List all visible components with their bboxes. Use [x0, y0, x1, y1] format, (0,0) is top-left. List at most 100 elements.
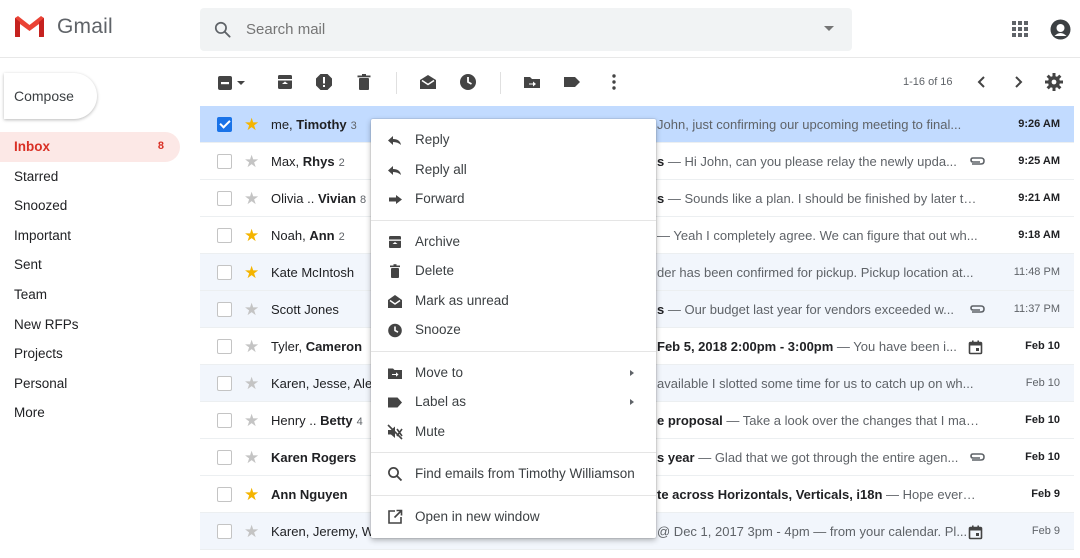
newer-button[interactable]	[972, 72, 992, 95]
calendar-icon	[968, 525, 983, 540]
menu-item-forward[interactable]: Forward	[371, 184, 656, 214]
star-icon[interactable]: ★	[244, 523, 259, 540]
move-to-button[interactable]	[522, 72, 542, 95]
row-checkbox[interactable]	[217, 302, 232, 317]
search-bar[interactable]	[200, 8, 852, 51]
row-checkbox[interactable]	[217, 376, 232, 391]
app-name: Gmail	[57, 15, 113, 38]
row-checkbox[interactable]	[217, 524, 232, 539]
star-icon[interactable]: ★	[244, 153, 259, 170]
email-date: Feb 10	[1025, 377, 1060, 389]
star-icon[interactable]: ★	[244, 301, 259, 318]
settings-button[interactable]	[1044, 72, 1064, 95]
star-icon[interactable]: ★	[244, 412, 259, 429]
sidebar-item-inbox[interactable]: Inbox 8	[0, 132, 180, 162]
select-all-checkbox[interactable]	[217, 72, 249, 97]
delete-button[interactable]	[354, 72, 374, 95]
snooze-button[interactable]	[458, 72, 478, 95]
row-checkbox[interactable]	[217, 450, 232, 465]
search-icon[interactable]	[213, 20, 232, 39]
email-sender: Karen Rogers	[271, 439, 371, 475]
archive-icon	[278, 75, 292, 89]
more-options-button[interactable]	[604, 72, 624, 95]
star-icon[interactable]: ★	[244, 264, 259, 281]
star-icon[interactable]: ★	[244, 449, 259, 466]
sidebar-item-snoozed[interactable]: Snoozed	[0, 191, 182, 221]
archive-icon	[389, 235, 401, 248]
menu-item-find-emails-from-timothy-williamson[interactable]: Find emails from Timothy Williamson	[371, 459, 656, 489]
chevron-left-icon	[977, 76, 985, 88]
row-checkbox[interactable]	[217, 228, 232, 243]
email-sender: Karen, Jesse, Ale	[271, 365, 371, 401]
sender-name: Max,	[271, 154, 303, 169]
row-checkbox[interactable]	[217, 265, 232, 280]
sidebar-item-label: Projects	[14, 346, 63, 362]
email-sender: Max, Rhys 2	[271, 143, 371, 179]
star-icon[interactable]: ★	[244, 190, 259, 207]
toolbar-divider	[396, 72, 397, 94]
sidebar-item-projects[interactable]: Projects	[0, 339, 182, 369]
star-icon[interactable]: ★	[244, 227, 259, 244]
menu-item-label: Delete	[415, 263, 455, 278]
select-checkbox-icon	[218, 76, 245, 90]
sender-name-bold: Cameron	[305, 339, 363, 354]
sidebar-item-label: Team	[14, 286, 48, 302]
email-date: 11:37 PM	[1013, 303, 1060, 315]
sidebar-item-label: More	[14, 405, 45, 421]
mark-as-read-button[interactable]	[418, 72, 438, 95]
email-sender: Karen, Jeremy, W	[271, 513, 371, 549]
menu-item-label-as[interactable]: Label as	[371, 387, 656, 417]
menu-item-label: Mark as unread	[415, 292, 509, 308]
email-date: 9:18 AM	[1018, 229, 1060, 241]
sidebar-item-important[interactable]: Important	[0, 221, 182, 251]
menu-item-delete[interactable]: Delete	[371, 256, 656, 286]
gmail-logo[interactable]: Gmail	[14, 15, 113, 39]
menu-item-reply[interactable]: Reply	[371, 125, 656, 155]
sidebar-item-personal[interactable]: Personal	[0, 369, 182, 399]
sidebar-item-new-rfps[interactable]: New RFPs	[0, 310, 182, 340]
sidebar-item-starred[interactable]: Starred	[0, 162, 182, 192]
star-icon[interactable]: ★	[244, 486, 259, 503]
star-icon[interactable]: ★	[244, 338, 259, 355]
menu-item-move-to[interactable]: Move to	[371, 358, 656, 388]
account-avatar-icon[interactable]	[1050, 19, 1071, 40]
open-new-window-icon	[388, 509, 403, 524]
compose-button[interactable]: Compose	[4, 73, 97, 119]
thread-count: 8	[360, 194, 367, 206]
report-spam-button[interactable]	[314, 72, 334, 95]
menu-item-reply-all[interactable]: Reply all	[371, 155, 656, 185]
menu-divider	[371, 452, 656, 453]
archive-button[interactable]	[275, 72, 295, 95]
sidebar-item-more[interactable]: More	[0, 398, 182, 428]
star-icon[interactable]: ★	[244, 116, 259, 133]
search-input[interactable]	[246, 8, 806, 51]
row-checkbox[interactable]	[217, 487, 232, 502]
sender-name: me,	[271, 117, 297, 132]
star-icon[interactable]: ★	[244, 375, 259, 392]
sender-name-bold: Timothy	[296, 117, 347, 132]
email-sender: Olivia .. Vivian 8	[271, 180, 371, 216]
row-checkbox[interactable]	[217, 339, 232, 354]
sidebar-item-label: New RFPs	[14, 316, 79, 332]
google-apps-icon[interactable]	[1011, 20, 1029, 38]
sidebar-item-team[interactable]: Team	[0, 280, 182, 310]
labels-button[interactable]	[562, 72, 582, 95]
email-preview: der has been confirmed for pickup. Picku…	[657, 265, 974, 280]
menu-item-mark-as-unread[interactable]: Mark as unread	[371, 286, 656, 316]
search-options-icon[interactable]	[824, 26, 834, 31]
row-checkbox[interactable]	[217, 117, 232, 132]
row-checkbox[interactable]	[217, 191, 232, 206]
sidebar-item-label: Personal	[14, 375, 68, 391]
menu-item-open-in-new-window[interactable]: Open in new window	[371, 502, 656, 532]
sidebar-item-label: Important	[14, 227, 72, 243]
older-button[interactable]	[1008, 72, 1028, 95]
row-checkbox[interactable]	[217, 413, 232, 428]
menu-item-label: Reply all	[415, 161, 467, 177]
menu-item-label: Archive	[415, 233, 461, 249]
menu-item-mute[interactable]: Mute	[371, 417, 656, 447]
menu-item-snooze[interactable]: Snooze	[371, 315, 656, 345]
menu-item-archive[interactable]: Archive	[371, 227, 656, 257]
calendar-icon	[968, 340, 983, 355]
sidebar-item-sent[interactable]: Sent	[0, 250, 182, 280]
row-checkbox[interactable]	[217, 154, 232, 169]
